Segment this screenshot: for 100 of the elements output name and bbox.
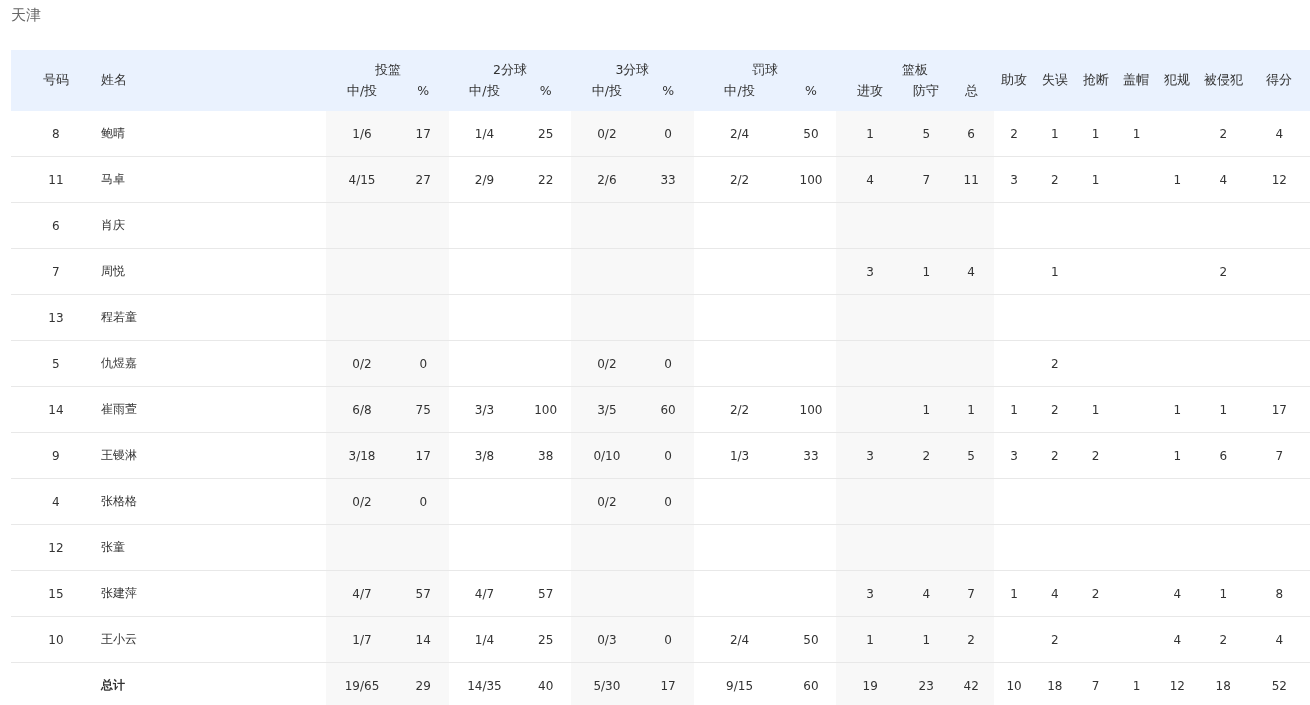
table-cell: 29 [415, 678, 431, 693]
table-cell: 3 [1010, 172, 1018, 187]
table-cell: 52 [1271, 678, 1287, 693]
table-cell: 1 [1051, 126, 1059, 141]
table-cell: 3 [866, 586, 874, 601]
column-header: 防守 [903, 81, 949, 111]
table-cell: 2 [1051, 356, 1059, 371]
table-cell: 1/6 [352, 126, 372, 141]
table-cell: 0/2 [597, 356, 617, 371]
column-header: 中/投 [571, 81, 643, 111]
table-cell: 4/15 [348, 172, 376, 187]
table-cell: 8 [52, 126, 60, 141]
column-header: 进攻 [836, 81, 904, 111]
table-cell: 33 [660, 172, 676, 187]
table-cell: 3/8 [474, 448, 495, 463]
table-cell: 6 [967, 126, 975, 141]
table-cell: 60 [660, 402, 676, 417]
table-cell: 25 [538, 632, 554, 647]
table-cell: 1/4 [474, 126, 495, 141]
table-cell: 1 [1173, 448, 1182, 463]
table-cell: 1 [922, 632, 931, 647]
table-cell: 1/7 [352, 632, 372, 647]
table-cell: 17 [660, 678, 676, 693]
table-cell: 33 [803, 448, 819, 463]
table-cell: 5 [52, 356, 60, 371]
table-cell: 1/3 [729, 448, 750, 463]
table-cell: 0 [419, 494, 428, 509]
column-group-header: 篮板 [836, 50, 994, 81]
table-cell: 6/8 [352, 402, 372, 417]
table-cell: 2/2 [729, 402, 750, 417]
table-cell: 2/4 [729, 126, 750, 141]
table-cell: 2/9 [474, 172, 495, 187]
table-cell: 7 [1091, 678, 1100, 693]
table-cell: 0/3 [597, 632, 617, 647]
table-cell: 5 [922, 126, 931, 141]
table-cell: 1 [1091, 402, 1100, 417]
table-cell: 1 [866, 632, 874, 647]
table-cell: 4/7 [474, 586, 495, 601]
table-cell: 11 [963, 172, 979, 187]
table-cell: 4 [1275, 632, 1284, 647]
table-cell: 17 [415, 126, 431, 141]
table-cell: 13 [48, 310, 64, 325]
table-cell: 马卓 [100, 172, 125, 186]
table-cell: 1 [866, 126, 874, 141]
table-cell: 张童 [100, 540, 125, 554]
table-cell: 4 [866, 172, 874, 187]
column-header: 中/投 [326, 81, 398, 111]
table-cell: 9 [52, 448, 60, 463]
table-cell: 周悦 [100, 264, 125, 278]
table-cell: 50 [803, 126, 819, 141]
table-cell: 8 [1275, 586, 1284, 601]
table-cell: 0 [664, 126, 672, 141]
table-cell: 肖庆 [100, 218, 125, 232]
column-header: 抢断 [1075, 50, 1117, 111]
table-cell: 0/10 [593, 448, 621, 463]
table-cell: 3/18 [348, 448, 376, 463]
table-cell: 7 [967, 586, 975, 601]
table-cell: 100 [799, 172, 823, 187]
table-cell: 11 [48, 172, 64, 187]
table-cell: 4/7 [352, 586, 372, 601]
table-cell: 仇煜嘉 [100, 356, 137, 370]
table-cell: 1 [1219, 402, 1227, 417]
column-header: % [642, 81, 694, 111]
table-cell: 40 [538, 678, 554, 693]
table-cell: 18 [1215, 678, 1231, 693]
table-cell: 崔雨萱 [100, 402, 137, 416]
table-cell: 1 [967, 402, 975, 417]
table-cell: 3/5 [597, 402, 617, 417]
table-cell: 60 [803, 678, 819, 693]
table-cell: 1 [1132, 126, 1141, 141]
table-cell: 9/15 [726, 678, 753, 693]
table-cell: 0 [664, 356, 672, 371]
table-cell: 2 [922, 448, 931, 463]
table-cell: 27 [415, 172, 431, 187]
table-cell: 1 [1219, 586, 1227, 601]
table-cell: 张建萍 [100, 586, 137, 600]
table-cell: 18 [1047, 678, 1063, 693]
table-cell: 0/2 [352, 356, 372, 371]
column-group-header: 2分球 [448, 50, 572, 81]
table-cell: 25 [538, 126, 554, 141]
table-cell: 2 [1010, 126, 1018, 141]
table-cell: 14 [48, 402, 64, 417]
table-cell: 7 [922, 172, 931, 187]
table-cell: 2 [1219, 126, 1227, 141]
table-cell: 10 [1006, 678, 1022, 693]
column-header: 总 [948, 81, 994, 111]
table-cell: 2/4 [729, 632, 750, 647]
table-cell: 王镘淋 [100, 448, 137, 462]
table-cell: 17 [415, 448, 431, 463]
column-header: 盖帽 [1116, 50, 1157, 111]
table-cell: 14 [415, 632, 431, 647]
table-cell: 4 [1051, 586, 1059, 601]
table-cell: 15 [48, 586, 64, 601]
table-cell: 7 [52, 264, 60, 279]
table-cell: 10 [48, 632, 64, 647]
table-cell: 1 [1010, 586, 1018, 601]
table-cell: 0/2 [597, 494, 617, 509]
table-cell: 5/30 [593, 678, 621, 693]
table-cell: 2 [1051, 172, 1059, 187]
table-cell: 2 [1051, 448, 1059, 463]
